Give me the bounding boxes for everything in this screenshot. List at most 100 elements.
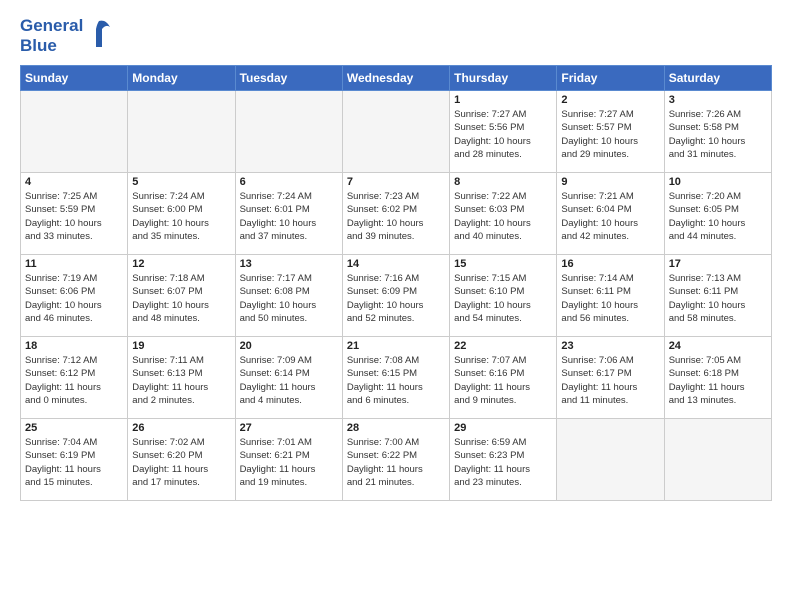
day-number: 24 (669, 340, 767, 352)
cell-detail: Sunrise: 7:17 AM Sunset: 6:08 PM Dayligh… (240, 272, 338, 325)
day-number: 26 (132, 422, 230, 434)
day-number: 9 (561, 176, 659, 188)
cell-detail: Sunrise: 6:59 AM Sunset: 6:23 PM Dayligh… (454, 436, 552, 489)
column-header-tuesday: Tuesday (235, 66, 342, 91)
day-number: 23 (561, 340, 659, 352)
cell-detail: Sunrise: 7:14 AM Sunset: 6:11 PM Dayligh… (561, 272, 659, 325)
cell-detail: Sunrise: 7:15 AM Sunset: 6:10 PM Dayligh… (454, 272, 552, 325)
cell-detail: Sunrise: 7:27 AM Sunset: 5:56 PM Dayligh… (454, 108, 552, 161)
day-number: 12 (132, 258, 230, 270)
cal-cell-5-1: 25 Sunrise: 7:04 AM Sunset: 6:19 PM Dayli… (21, 419, 128, 501)
cal-cell-4-5: 22 Sunrise: 7:07 AM Sunset: 6:16 PM Dayli… (450, 337, 557, 419)
cal-cell-1-6: 2Sunrise: 7:27 AM Sunset: 5:57 PM Daylig… (557, 91, 664, 173)
cell-detail: Sunrise: 7:04 AM Sunset: 6:19 PM Dayligh… (25, 436, 123, 489)
cal-cell-1-3 (235, 91, 342, 173)
week-row-2: 4 Sunrise: 7:25 AM Sunset: 5:59 PM Daylig… (21, 173, 772, 255)
cal-cell-4-2: 19Sunrise: 7:11 AM Sunset: 6:13 PM Dayli… (128, 337, 235, 419)
cell-detail: Sunrise: 7:22 AM Sunset: 6:03 PM Dayligh… (454, 190, 552, 243)
cell-detail: Sunrise: 7:18 AM Sunset: 6:07 PM Dayligh… (132, 272, 230, 325)
day-number: 14 (347, 258, 445, 270)
day-number: 10 (669, 176, 767, 188)
header-row: SundayMondayTuesdayWednesdayThursdayFrid… (21, 66, 772, 91)
logo-blue-text: Blue (20, 36, 83, 56)
cal-cell-5-4: 28 Sunrise: 7:00 AM Sunset: 6:22 PM Dayli… (342, 419, 449, 501)
cell-detail: Sunrise: 7:12 AM Sunset: 6:12 PM Dayligh… (25, 354, 123, 407)
cal-cell-5-2: 26 Sunrise: 7:02 AM Sunset: 6:20 PM Dayli… (128, 419, 235, 501)
week-row-1: 1 Sunrise: 7:27 AM Sunset: 5:56 PM Daylig… (21, 91, 772, 173)
logo-wave-icon (86, 19, 112, 49)
page: General Blue SundayMondayTuesdayWednesda… (0, 0, 792, 612)
cal-cell-3-4: 14 Sunrise: 7:16 AM Sunset: 6:09 PM Dayli… (342, 255, 449, 337)
logo-general-text: General (20, 16, 83, 36)
cal-cell-5-6 (557, 419, 664, 501)
cal-cell-2-2: 5Sunrise: 7:24 AM Sunset: 6:00 PM Daylig… (128, 173, 235, 255)
cal-cell-3-7: 17 Sunrise: 7:13 AM Sunset: 6:11 PM Dayli… (664, 255, 771, 337)
day-number: 8 (454, 176, 552, 188)
cell-detail: Sunrise: 7:11 AM Sunset: 6:13 PM Dayligh… (132, 354, 230, 407)
cell-detail: Sunrise: 7:00 AM Sunset: 6:22 PM Dayligh… (347, 436, 445, 489)
day-number: 18 (25, 340, 123, 352)
cell-detail: Sunrise: 7:25 AM Sunset: 5:59 PM Dayligh… (25, 190, 123, 243)
cell-detail: Sunrise: 7:24 AM Sunset: 6:01 PM Dayligh… (240, 190, 338, 243)
cal-cell-1-2 (128, 91, 235, 173)
cal-cell-2-5: 8 Sunrise: 7:22 AM Sunset: 6:03 PM Daylig… (450, 173, 557, 255)
column-header-sunday: Sunday (21, 66, 128, 91)
cell-detail: Sunrise: 7:16 AM Sunset: 6:09 PM Dayligh… (347, 272, 445, 325)
cal-cell-1-7: 3Sunrise: 7:26 AM Sunset: 5:58 PM Daylig… (664, 91, 771, 173)
cell-detail: Sunrise: 7:13 AM Sunset: 6:11 PM Dayligh… (669, 272, 767, 325)
day-number: 6 (240, 176, 338, 188)
cal-cell-4-7: 24 Sunrise: 7:05 AM Sunset: 6:18 PM Dayli… (664, 337, 771, 419)
column-header-wednesday: Wednesday (342, 66, 449, 91)
cell-detail: Sunrise: 7:21 AM Sunset: 6:04 PM Dayligh… (561, 190, 659, 243)
day-number: 28 (347, 422, 445, 434)
cal-cell-3-5: 15Sunrise: 7:15 AM Sunset: 6:10 PM Dayli… (450, 255, 557, 337)
cal-cell-3-1: 11 Sunrise: 7:19 AM Sunset: 6:06 PM Dayli… (21, 255, 128, 337)
column-header-saturday: Saturday (664, 66, 771, 91)
day-number: 25 (25, 422, 123, 434)
cell-detail: Sunrise: 7:19 AM Sunset: 6:06 PM Dayligh… (25, 272, 123, 325)
day-number: 21 (347, 340, 445, 352)
cal-cell-3-2: 12 Sunrise: 7:18 AM Sunset: 6:07 PM Dayli… (128, 255, 235, 337)
week-row-3: 11 Sunrise: 7:19 AM Sunset: 6:06 PM Dayli… (21, 255, 772, 337)
cal-cell-2-6: 9 Sunrise: 7:21 AM Sunset: 6:04 PM Daylig… (557, 173, 664, 255)
cal-cell-5-3: 27 Sunrise: 7:01 AM Sunset: 6:21 PM Dayli… (235, 419, 342, 501)
week-row-5: 25 Sunrise: 7:04 AM Sunset: 6:19 PM Dayli… (21, 419, 772, 501)
cal-cell-4-1: 18 Sunrise: 7:12 AM Sunset: 6:12 PM Dayli… (21, 337, 128, 419)
header: General Blue (20, 16, 772, 55)
day-number: 5 (132, 176, 230, 188)
day-number: 16 (561, 258, 659, 270)
cell-detail: Sunrise: 7:26 AM Sunset: 5:58 PM Dayligh… (669, 108, 767, 161)
cell-detail: Sunrise: 7:01 AM Sunset: 6:21 PM Dayligh… (240, 436, 338, 489)
week-row-4: 18 Sunrise: 7:12 AM Sunset: 6:12 PM Dayli… (21, 337, 772, 419)
day-number: 20 (240, 340, 338, 352)
cal-cell-1-5: 1 Sunrise: 7:27 AM Sunset: 5:56 PM Daylig… (450, 91, 557, 173)
cell-detail: Sunrise: 7:05 AM Sunset: 6:18 PM Dayligh… (669, 354, 767, 407)
cell-detail: Sunrise: 7:09 AM Sunset: 6:14 PM Dayligh… (240, 354, 338, 407)
cal-cell-5-5: 29 Sunrise: 6:59 AM Sunset: 6:23 PM Dayli… (450, 419, 557, 501)
calendar-table: SundayMondayTuesdayWednesdayThursdayFrid… (20, 65, 772, 501)
day-number: 29 (454, 422, 552, 434)
cell-detail: Sunrise: 7:20 AM Sunset: 6:05 PM Dayligh… (669, 190, 767, 243)
day-number: 17 (669, 258, 767, 270)
column-header-friday: Friday (557, 66, 664, 91)
cal-cell-3-6: 16 Sunrise: 7:14 AM Sunset: 6:11 PM Dayli… (557, 255, 664, 337)
cal-cell-2-1: 4 Sunrise: 7:25 AM Sunset: 5:59 PM Daylig… (21, 173, 128, 255)
day-number: 22 (454, 340, 552, 352)
cal-cell-2-3: 6 Sunrise: 7:24 AM Sunset: 6:01 PM Daylig… (235, 173, 342, 255)
cal-cell-1-1 (21, 91, 128, 173)
day-number: 2 (561, 94, 659, 106)
cal-cell-4-6: 23 Sunrise: 7:06 AM Sunset: 6:17 PM Dayli… (557, 337, 664, 419)
day-number: 7 (347, 176, 445, 188)
cal-cell-3-3: 13Sunrise: 7:17 AM Sunset: 6:08 PM Dayli… (235, 255, 342, 337)
cell-detail: Sunrise: 7:23 AM Sunset: 6:02 PM Dayligh… (347, 190, 445, 243)
day-number: 27 (240, 422, 338, 434)
cell-detail: Sunrise: 7:02 AM Sunset: 6:20 PM Dayligh… (132, 436, 230, 489)
day-number: 11 (25, 258, 123, 270)
cal-cell-4-3: 20 Sunrise: 7:09 AM Sunset: 6:14 PM Dayli… (235, 337, 342, 419)
day-number: 1 (454, 94, 552, 106)
cell-detail: Sunrise: 7:06 AM Sunset: 6:17 PM Dayligh… (561, 354, 659, 407)
logo: General Blue (20, 16, 112, 55)
cell-detail: Sunrise: 7:07 AM Sunset: 6:16 PM Dayligh… (454, 354, 552, 407)
day-number: 4 (25, 176, 123, 188)
cal-cell-1-4 (342, 91, 449, 173)
